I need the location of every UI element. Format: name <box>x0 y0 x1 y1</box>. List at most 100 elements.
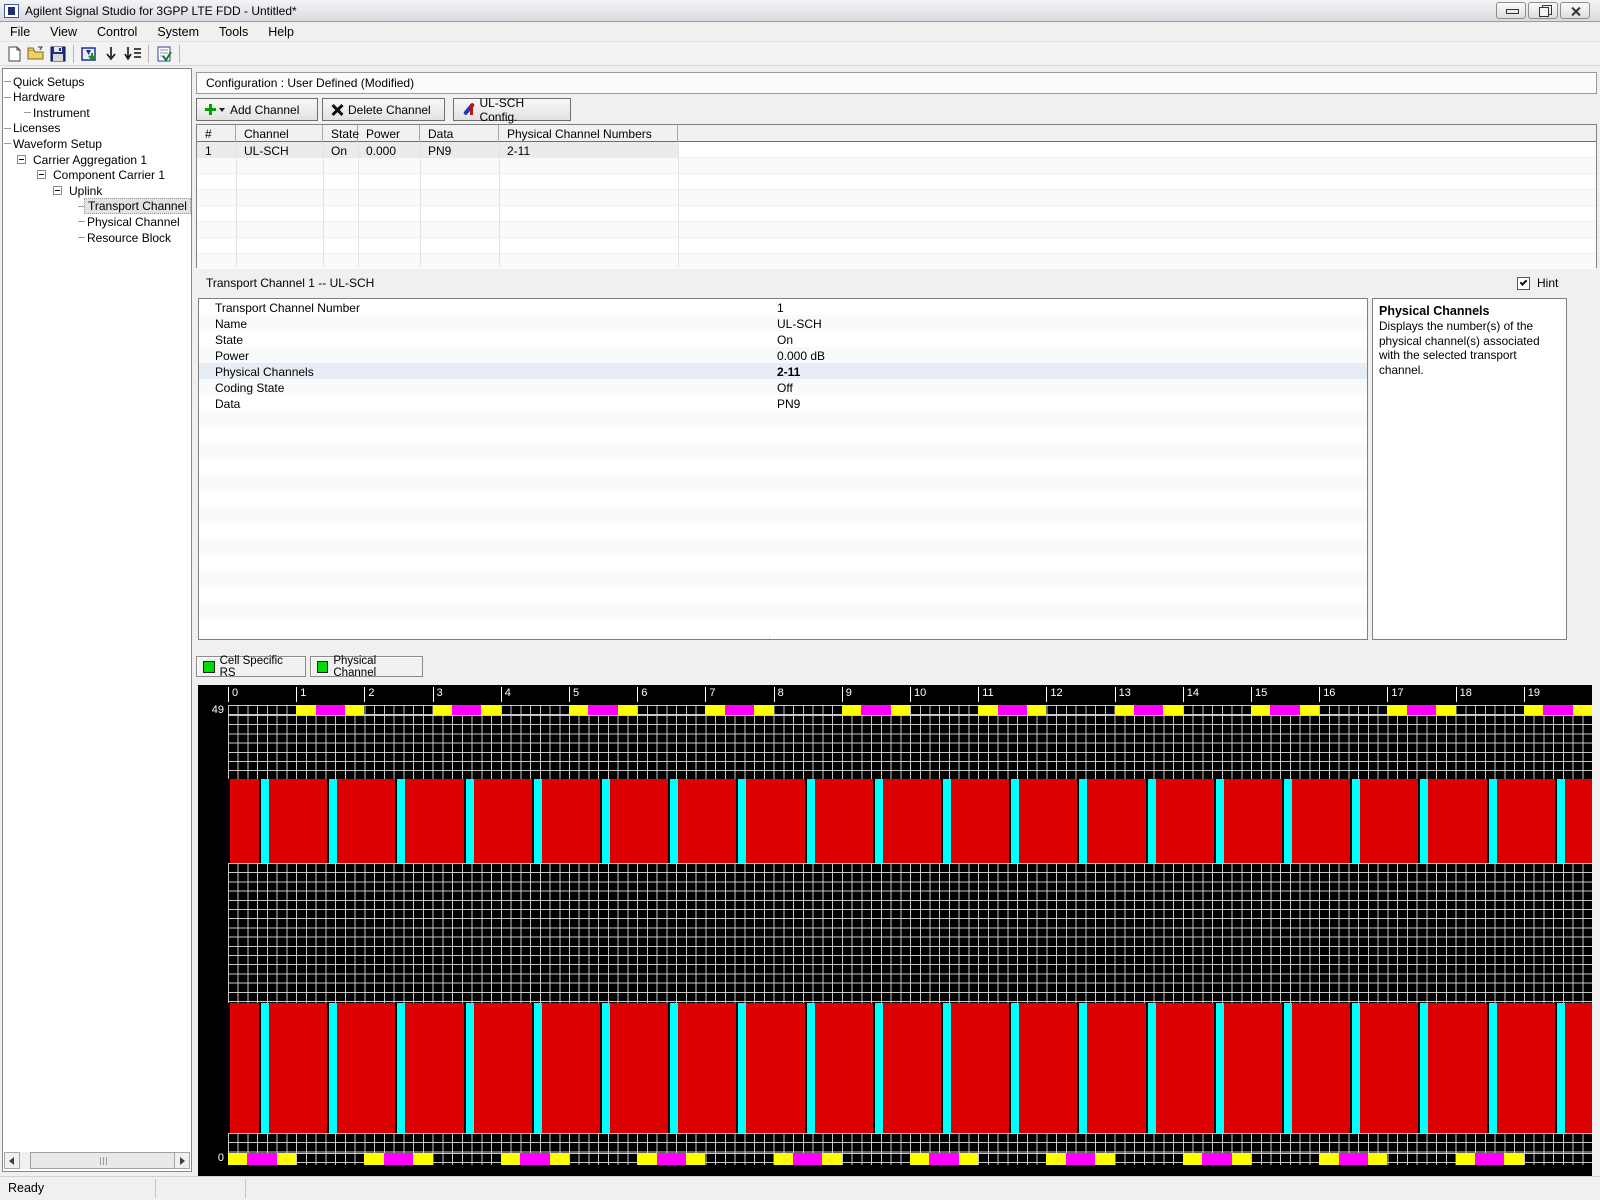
add-channel-button[interactable]: Add Channel <box>196 98 318 121</box>
scroll-right-button[interactable] <box>174 1152 190 1169</box>
empty-resource-cells <box>228 715 1592 779</box>
dmrs-stripe <box>1350 1003 1360 1133</box>
slot-tick <box>1183 687 1184 702</box>
tree-expander-minus-icon[interactable] <box>17 155 26 164</box>
table-row-cell[interactable]: 2-11 <box>499 142 678 158</box>
download-to-instrument-icon[interactable] <box>78 43 100 64</box>
table-row-cell[interactable]: 0.000 <box>358 142 420 158</box>
menu-item-tools[interactable]: Tools <box>209 23 258 41</box>
tree-horizontal-scrollbar[interactable] <box>4 1152 190 1169</box>
sidebar-item-physical-channel[interactable]: Physical Channel <box>84 214 183 229</box>
channel-table[interactable]: #ChannelStatePowerDataPhysical Channel N… <box>196 124 1597 268</box>
tree-item-label: Transport Channel <box>84 198 191 214</box>
grid-row-label-top: 49 <box>198 705 224 715</box>
property-table[interactable]: Transport Channel Number1NameUL-SCHState… <box>198 298 1368 640</box>
column-header-num[interactable]: # <box>197 125 236 142</box>
column-header-state[interactable]: State <box>323 125 358 142</box>
dmrs-stripe <box>532 779 542 863</box>
maximize-button[interactable] <box>1528 2 1558 19</box>
rs-pattern-segment <box>316 705 345 715</box>
legend-button-physical-channel[interactable]: Physical Channel <box>310 656 423 677</box>
sidebar-item-licenses[interactable]: Licenses <box>10 121 63 136</box>
property-row-physical-channels[interactable]: Physical Channels2-11 <box>199 363 1367 379</box>
property-row-data[interactable]: DataPN9 <box>199 395 1367 411</box>
sidebar-item-resource-block[interactable]: Resource Block <box>84 230 174 245</box>
property-row-state[interactable]: StateOn <box>199 331 1367 347</box>
column-header-channel[interactable]: Channel <box>236 125 323 142</box>
rs-pattern-slot <box>842 705 910 715</box>
rs-pattern-segment <box>959 1153 978 1165</box>
rs-pattern-segment <box>822 1153 841 1165</box>
dmrs-stripe <box>805 779 815 863</box>
rs-pattern-segment <box>1115 705 1134 715</box>
property-value: 0.000 dB <box>777 349 825 363</box>
rs-pattern-segment <box>569 705 588 715</box>
legend-button-cell-specific-rs[interactable]: Cell Specific RS <box>196 656 306 677</box>
scroll-left-button[interactable] <box>4 1152 20 1169</box>
property-row-coding-state[interactable]: Coding StateOff <box>199 379 1367 395</box>
menu-item-control[interactable]: Control <box>87 23 147 41</box>
delete-channel-button[interactable]: Delete Channel <box>322 98 445 121</box>
table-row-cell[interactable]: UL-SCH <box>236 142 323 158</box>
rs-pattern-slot <box>910 1153 978 1165</box>
rs-pattern-segment <box>754 705 773 715</box>
dmrs-stripe <box>464 1003 474 1133</box>
tree-item-label: Hardware <box>10 90 68 104</box>
menu-item-view[interactable]: View <box>40 23 87 41</box>
table-row-cell[interactable]: PN9 <box>420 142 499 158</box>
sidebar-item-transport-channel[interactable]: Transport Channel <box>84 199 191 214</box>
close-button[interactable] <box>1560 2 1590 19</box>
slot-tick <box>569 687 570 702</box>
report-check-icon[interactable] <box>153 43 175 64</box>
property-value: Off <box>777 381 793 395</box>
menu-item-system[interactable]: System <box>147 23 209 41</box>
rs-pattern-slot <box>1183 1153 1251 1165</box>
sidebar-item-instrument[interactable]: Instrument <box>30 105 93 120</box>
rs-pattern-segment <box>501 1153 520 1165</box>
save-icon[interactable] <box>47 43 69 64</box>
sidebar-item-quick-setups[interactable]: Quick Setups <box>10 74 87 89</box>
new-document-icon[interactable] <box>3 43 25 64</box>
scrollbar-thumb[interactable] <box>30 1152 178 1169</box>
slot-tick <box>1319 687 1320 702</box>
open-folder-icon[interactable] <box>25 43 47 64</box>
rs-pattern-slot <box>1524 705 1592 715</box>
sidebar-item-hardware[interactable]: Hardware <box>10 90 68 105</box>
slot-number: 19 <box>1528 687 1540 699</box>
rs-pattern-segment <box>481 705 500 715</box>
table-row-cell[interactable]: 1 <box>197 142 236 158</box>
sidebar-item-uplink[interactable]: Uplink <box>66 183 105 198</box>
property-row-power[interactable]: Power0.000 dB <box>199 347 1367 363</box>
dmrs-stripe <box>805 1003 815 1133</box>
column-header-physical-channel-numbers[interactable]: Physical Channel Numbers <box>499 125 678 142</box>
status-bar: Ready <box>0 1176 1600 1200</box>
rs-pattern-segment <box>998 705 1027 715</box>
property-row-name[interactable]: NameUL-SCH <box>199 315 1367 331</box>
menu-item-help[interactable]: Help <box>258 23 304 41</box>
hint-checkbox[interactable] <box>1517 277 1530 290</box>
sidebar-item-component-carrier-1[interactable]: Component Carrier 1 <box>50 168 168 183</box>
column-header-data[interactable]: Data <box>420 125 499 142</box>
property-name: Transport Channel Number <box>215 301 360 315</box>
menu-item-file[interactable]: File <box>0 23 40 41</box>
rs-pattern-segment <box>1046 1153 1065 1165</box>
sidebar-item-carrier-aggregation-1[interactable]: Carrier Aggregation 1 <box>30 152 150 167</box>
sequence-download-icon[interactable] <box>122 43 144 64</box>
slot-tick <box>501 687 502 702</box>
rs-pattern-slot <box>1251 705 1319 715</box>
slot-tick <box>228 687 229 702</box>
application-window: Agilent Signal Studio for 3GPP LTE FDD -… <box>0 0 1600 1200</box>
column-header-power[interactable]: Power <box>358 125 420 142</box>
rs-pattern-segment <box>1368 1153 1387 1165</box>
rs-pattern-slot <box>228 1153 296 1165</box>
sidebar-item-waveform-setup[interactable]: Waveform Setup <box>10 136 105 151</box>
rs-pattern-segment <box>1387 705 1406 715</box>
table-row-cell[interactable]: On <box>323 142 358 158</box>
tree-expander-minus-icon[interactable] <box>37 170 46 179</box>
property-row-transport-channel-number[interactable]: Transport Channel Number1 <box>199 299 1367 315</box>
minimize-button[interactable] <box>1496 2 1526 19</box>
rs-pattern-segment <box>657 1153 686 1165</box>
download-arrow-icon[interactable] <box>100 43 122 64</box>
ulsch-config-button[interactable]: UL-SCH Config. <box>453 98 571 121</box>
tree-expander-minus-icon[interactable] <box>53 186 62 195</box>
